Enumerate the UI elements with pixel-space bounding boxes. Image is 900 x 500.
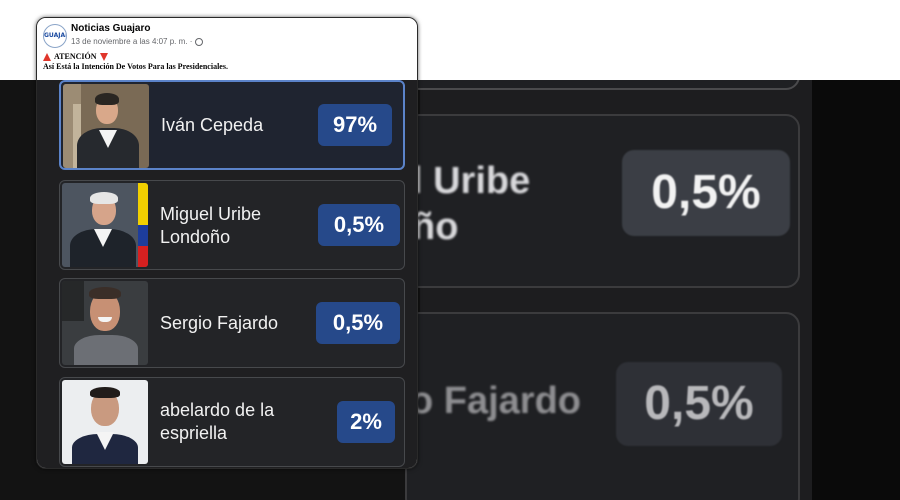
candidate-photo-cepeda bbox=[63, 84, 149, 168]
globe-icon bbox=[195, 37, 204, 46]
poll-option-fajardo: Sergio Fajardo 0,5% bbox=[59, 278, 405, 368]
candidate-name-uribe: Miguel Uribe Londoño bbox=[160, 204, 262, 247]
candidate-name-cepeda: Iván Cepeda bbox=[161, 115, 264, 135]
candidate-photo-uribe bbox=[62, 183, 148, 267]
poll-image: Iván Cepeda 97% Miguel Uribe Londoño 0,5… bbox=[37, 80, 417, 468]
percent-badge-de-la-espriella: 2% bbox=[337, 401, 395, 443]
background-name-fajardo: o Fajardo bbox=[410, 380, 582, 422]
poll-option-uribe: Miguel Uribe Londoño 0,5% bbox=[59, 180, 405, 270]
percent-badge-uribe: 0,5% bbox=[318, 204, 400, 246]
red-triangle-down-icon bbox=[99, 53, 108, 61]
candidate-photo-fajardo bbox=[62, 281, 148, 365]
poll-option-cepeda: Iván Cepeda 97% bbox=[59, 80, 405, 170]
avatar-logo-text: GUAJARO bbox=[44, 32, 66, 39]
poll-option-de-la-espriella: abelardo de la espriella 2% bbox=[59, 377, 405, 467]
percent-badge-fajardo: 0,5% bbox=[316, 302, 400, 344]
post-meta: 13 de noviembre a las 4:07 p. m. · bbox=[71, 37, 204, 46]
page-avatar[interactable]: GUAJARO bbox=[43, 24, 67, 48]
caption-attention: ATENCIÓN bbox=[54, 52, 97, 61]
red-triangle-up-icon bbox=[43, 53, 51, 61]
post-caption: ATENCIÓN Así Está la Intención De Votos … bbox=[43, 52, 228, 72]
background-dark-edge bbox=[812, 80, 900, 500]
candidate-photo-de-la-espriella bbox=[62, 380, 148, 464]
post-timestamp[interactable]: 13 de noviembre a las 4:07 p. m. · bbox=[71, 37, 192, 46]
caption-text: Así Está la Intención De Votos Para las … bbox=[43, 62, 228, 71]
percent-badge-cepeda: 97% bbox=[318, 104, 392, 146]
facebook-post: GUAJARO Noticias Guajaro 13 de noviembre… bbox=[36, 17, 418, 469]
background-percent-fajardo: 0,5% bbox=[616, 362, 782, 446]
candidate-name-fajardo: Sergio Fajardo bbox=[160, 313, 279, 333]
background-name-uribe: l Uribe ño bbox=[412, 160, 531, 248]
background-percent-uribe: 0,5% bbox=[622, 150, 790, 236]
candidate-name-de-la-espriella: abelardo de la espriella bbox=[160, 400, 275, 443]
page-name-link[interactable]: Noticias Guajaro bbox=[71, 23, 150, 34]
background-card-top bbox=[405, 80, 800, 90]
post-header: GUAJARO Noticias Guajaro 13 de noviembre… bbox=[37, 18, 417, 71]
